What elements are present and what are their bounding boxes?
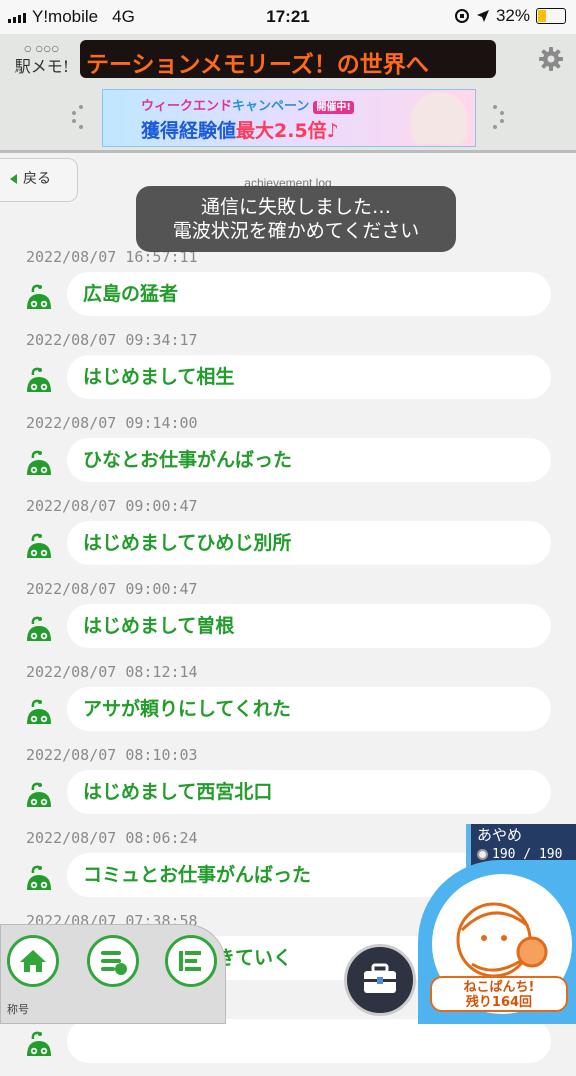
list-item[interactable]: 2022/08/07 08:12:14 アサが頼りにしてくれた	[0, 661, 576, 744]
log-date: 2022/08/07 08:06:24	[26, 829, 198, 847]
list-item[interactable]: 2022/08/07 09:00:47 はじめましてひめじ別所	[0, 495, 576, 578]
news-ticker[interactable]: テーションメモリーズ！の世界へ	[80, 40, 496, 78]
decor-dots-icon	[72, 105, 83, 129]
hp-orb-icon	[477, 849, 488, 860]
achievement-icon	[24, 531, 54, 561]
home-button[interactable]	[7, 935, 59, 987]
log-date: 2022/08/07 08:12:14	[26, 663, 198, 681]
achievement-icon	[24, 282, 54, 312]
list-item[interactable]: 2022/08/07 09:14:00 ひなとお仕事がんばった	[0, 412, 576, 495]
achievement-title[interactable]: 広島の猛者	[67, 272, 551, 316]
nav-label: 称号	[7, 1003, 29, 1016]
home-icon	[20, 950, 46, 972]
neko-line1: ねこぱんち!	[463, 980, 535, 995]
list-icon	[101, 951, 127, 975]
log-date: 2022/08/07 09:14:00	[26, 414, 198, 432]
achievement-title[interactable]: ひなとお仕事がんばった	[67, 438, 551, 482]
app-header: ○ ○○○ 駅メモ! テーションメモリーズ！の世界へ ウィークエンドキャンペーン…	[0, 34, 576, 153]
logo-dots: ○ ○○○	[24, 44, 60, 53]
neko-line2: 残り164回	[465, 995, 533, 1010]
achievement-icon	[24, 863, 54, 893]
briefcase-icon	[364, 963, 396, 993]
app-logo[interactable]: ○ ○○○ 駅メモ!	[10, 44, 74, 77]
banner-line1-a: ウィークエンド	[141, 99, 233, 114]
ticker-text: テーションメモリーズ！の世界へ	[86, 52, 429, 78]
bottom-nav: 称号	[0, 924, 226, 1024]
character-name: あやめ	[477, 826, 523, 844]
battery-fill	[538, 10, 546, 22]
bag-button[interactable]	[344, 944, 416, 1016]
status-bar: Y!mobile 4G 17:21 32%	[0, 0, 576, 34]
neko-punch-label[interactable]: ねこぱんち! 残り164回	[430, 976, 568, 1012]
rotation-lock-icon	[454, 9, 469, 23]
achievement-icon	[24, 780, 54, 810]
banner-line2-a: 獲得経験値	[141, 120, 237, 142]
achievement-title[interactable]: はじめまして相生	[67, 355, 551, 399]
battery-percent: 32%	[495, 6, 530, 25]
achievement-icon	[24, 448, 54, 478]
banner-character-image	[411, 92, 467, 144]
log-date: 2022/08/07 09:34:17	[26, 331, 198, 349]
achievement-title[interactable]: はじめまして西宮北口	[67, 770, 551, 814]
achievement-icon	[24, 365, 54, 395]
achievement-icon	[24, 614, 54, 644]
achievement-icon	[24, 1029, 54, 1059]
achievement-icon	[24, 697, 54, 727]
gear-icon[interactable]	[538, 46, 564, 72]
banner-line2-b: 最大2.5倍♪	[236, 120, 339, 142]
achievement-title[interactable]: アサが頼りにしてくれた	[67, 687, 551, 731]
achievement-title[interactable]: はじめまして曽根	[67, 604, 551, 648]
list-item[interactable]: 2022/08/07 09:00:47 はじめまして曽根	[0, 578, 576, 661]
log-date: 2022/08/07 09:00:47	[26, 497, 198, 515]
list-item[interactable]: 2022/08/07 09:34:17 はじめまして相生	[0, 329, 576, 412]
error-toast: 通信に失敗しました… 電波状況を確かめてください	[136, 186, 456, 252]
logo-text: 駅メモ!	[14, 57, 70, 76]
location-arrow-icon	[476, 10, 489, 22]
decor-dots-icon	[493, 105, 504, 129]
station-list-icon	[179, 951, 201, 971]
log-date: 2022/08/07 08:10:03	[26, 746, 198, 764]
achievement-title[interactable]	[67, 1019, 551, 1063]
battery-icon	[536, 8, 566, 24]
campaign-banner[interactable]: ウィークエンドキャンペーン 開催中! 獲得経験値最大2.5倍♪	[102, 89, 476, 147]
station-button[interactable]	[165, 935, 217, 987]
banner-badge: 開催中!	[313, 101, 354, 114]
log-date: 2022/08/07 09:00:47	[26, 580, 198, 598]
toast-line2: 電波状況を確かめてください	[172, 220, 420, 242]
list-item[interactable]: 2022/08/07 16:57:11 広島の猛者	[0, 246, 576, 329]
banner-line1-b: キャンペーン	[232, 99, 310, 114]
achievement-title[interactable]: はじめましてひめじ別所	[67, 521, 551, 565]
menu-button[interactable]	[87, 935, 139, 987]
toast-line1: 通信に失敗しました…	[200, 196, 391, 218]
list-item[interactable]: 2022/08/07 08:10:03 はじめまして西宮北口	[0, 744, 576, 827]
